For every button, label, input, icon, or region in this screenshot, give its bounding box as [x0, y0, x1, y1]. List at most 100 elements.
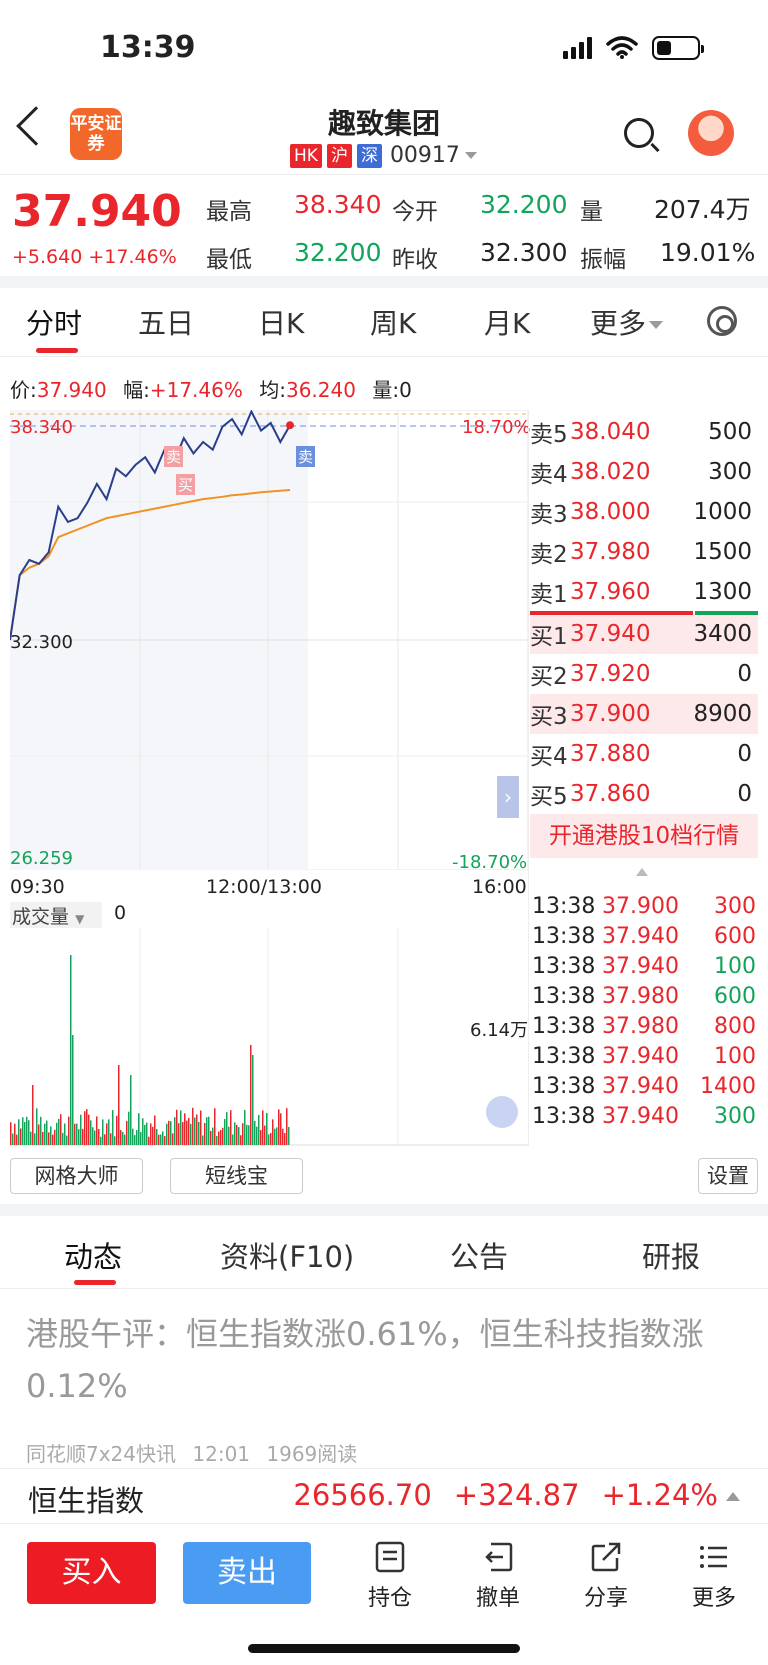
volume-bar — [192, 1107, 194, 1145]
index-value: 26566.70 — [293, 1478, 432, 1512]
volume-bar — [62, 1132, 64, 1145]
tab-daily-k[interactable]: 日K — [258, 302, 304, 342]
volume-bar — [186, 1120, 188, 1145]
stock-subtitle[interactable]: HK 沪 深 00917 — [290, 143, 477, 168]
volume-bar — [240, 1135, 242, 1145]
bid-row[interactable]: 买4 37.880 0 — [530, 734, 758, 774]
tab-intraday[interactable]: 分时 — [26, 302, 82, 342]
level-price: 37.900 — [570, 701, 651, 727]
ask-row[interactable]: 卖4 38.020 300 — [530, 452, 758, 492]
volume-bar — [64, 1123, 66, 1145]
level-volume: 1000 — [693, 499, 752, 525]
tab-more[interactable]: 更多 — [590, 302, 664, 342]
bid-row[interactable]: 买3 37.900 8900 — [530, 694, 758, 734]
index-change: +324.87 — [453, 1478, 580, 1512]
volume-bar — [188, 1117, 190, 1145]
volume-bar — [68, 1116, 70, 1145]
tab-news[interactable]: 动态 — [64, 1234, 122, 1276]
active-tab-indicator — [74, 1280, 116, 1285]
upgrade-level2-banner[interactable]: 开通港股10档行情 — [530, 814, 758, 858]
volume-bar — [108, 1119, 110, 1145]
trade-row: 13:38 37.940 100 — [532, 1040, 756, 1072]
low-value: 32.200 — [294, 238, 382, 267]
gear-icon[interactable] — [707, 306, 737, 336]
ask-row[interactable]: 卖1 37.960 1300 — [530, 572, 758, 612]
news-headline[interactable]: 港股午评：恒生指数涨0.61%，恒生科技指数涨0.12% — [26, 1308, 746, 1412]
volume-bar — [260, 1130, 262, 1145]
settings-button[interactable]: 设置 — [698, 1158, 758, 1194]
tab-announcements[interactable]: 公告 — [450, 1234, 508, 1276]
volume-bar — [158, 1134, 160, 1145]
volume-bar — [204, 1122, 206, 1145]
chevron-up-icon[interactable] — [726, 1492, 740, 1501]
level-label: 卖4 — [530, 462, 568, 488]
ask-row[interactable]: 卖3 38.000 1000 — [530, 492, 758, 532]
volume-bar — [98, 1128, 100, 1145]
volume-bar — [138, 1113, 140, 1145]
buy-marker[interactable]: 买 — [176, 474, 196, 495]
tab-f10[interactable]: 资料(F10) — [220, 1234, 354, 1276]
tab-monthly-k[interactable]: 月K — [484, 302, 530, 342]
news-meta: 同花顺7x24快讯 12:01 1969阅读 — [26, 1438, 357, 1467]
home-indicator[interactable] — [248, 1644, 520, 1653]
volume-bar — [16, 1134, 18, 1145]
cancel-order-button[interactable]: 撤单 — [458, 1540, 538, 1612]
search-icon[interactable] — [624, 118, 654, 148]
chevron-up-icon[interactable] — [636, 868, 648, 876]
volume-bar — [74, 1123, 76, 1145]
price-change: +5.640 +17.46% — [12, 246, 177, 268]
expand-orderbook-button[interactable]: › — [497, 776, 519, 818]
section-separator — [0, 276, 768, 288]
y-bottom-pct-label: -18.70% — [452, 852, 528, 873]
volume-bar — [110, 1133, 112, 1145]
share-button[interactable]: 分享 — [566, 1540, 646, 1612]
trade-volume: 100 — [714, 1043, 756, 1069]
volume-bar — [170, 1121, 172, 1145]
change-amount: +5.640 — [12, 246, 83, 268]
tabs-divider — [0, 1288, 768, 1289]
volume-bar — [22, 1117, 24, 1145]
sell-marker[interactable]: 卖 — [164, 446, 184, 467]
volume-selector[interactable]: 成交量 ▼ — [10, 902, 102, 928]
change-percent: +17.46% — [88, 246, 177, 268]
intraday-chart[interactable] — [10, 410, 528, 870]
sell-button[interactable]: 卖出 — [183, 1542, 311, 1604]
position-button[interactable]: 持仓 — [350, 1540, 430, 1612]
volume-bar — [72, 1035, 74, 1145]
volume-bar — [236, 1124, 238, 1145]
prev-close-label: 昨收 — [392, 247, 438, 273]
volume-bar — [172, 1133, 174, 1145]
bid-row[interactable]: 买1 37.940 3400 — [530, 614, 758, 654]
bid-row[interactable]: 买5 37.860 0 — [530, 774, 758, 814]
trade-row: 13:38 37.980 800 — [532, 1010, 756, 1042]
volume-bar — [216, 1135, 218, 1145]
trade-volume: 600 — [714, 923, 756, 949]
tab-research[interactable]: 研报 — [642, 1234, 700, 1276]
volume-bar — [40, 1116, 42, 1145]
tab-weekly-k[interactable]: 周K — [370, 302, 416, 342]
level-label: 买2 — [530, 664, 568, 690]
fullscreen-icon[interactable] — [486, 1096, 518, 1128]
bid-row[interactable]: 买2 37.920 0 — [530, 654, 758, 694]
volume-bar — [104, 1134, 106, 1145]
short-line-button[interactable]: 短线宝 — [170, 1158, 303, 1194]
grid-master-button[interactable]: 网格大师 — [10, 1158, 143, 1194]
volume-bar — [184, 1113, 186, 1145]
volume-bar — [116, 1115, 118, 1145]
sell-marker-last[interactable]: 卖 — [296, 446, 316, 467]
level-volume: 500 — [708, 419, 752, 445]
tab-five-day[interactable]: 五日 — [138, 302, 194, 342]
volume-bar — [86, 1109, 88, 1145]
trade-price: 37.940 — [602, 1073, 679, 1099]
avatar[interactable] — [688, 110, 734, 156]
level-volume: 3400 — [693, 621, 752, 647]
buy-button[interactable]: 买入 — [27, 1542, 156, 1604]
ask-row[interactable]: 卖2 37.980 1500 — [530, 532, 758, 572]
undo-icon — [485, 1542, 513, 1572]
volume-bar — [14, 1123, 16, 1145]
y-top-pct-label: 18.70% — [462, 417, 531, 438]
market-tag-hk: HK — [290, 143, 322, 168]
more-button[interactable]: 更多 — [674, 1540, 754, 1612]
volume-bar — [34, 1133, 36, 1145]
ask-row[interactable]: 卖5 38.040 500 — [530, 412, 758, 452]
